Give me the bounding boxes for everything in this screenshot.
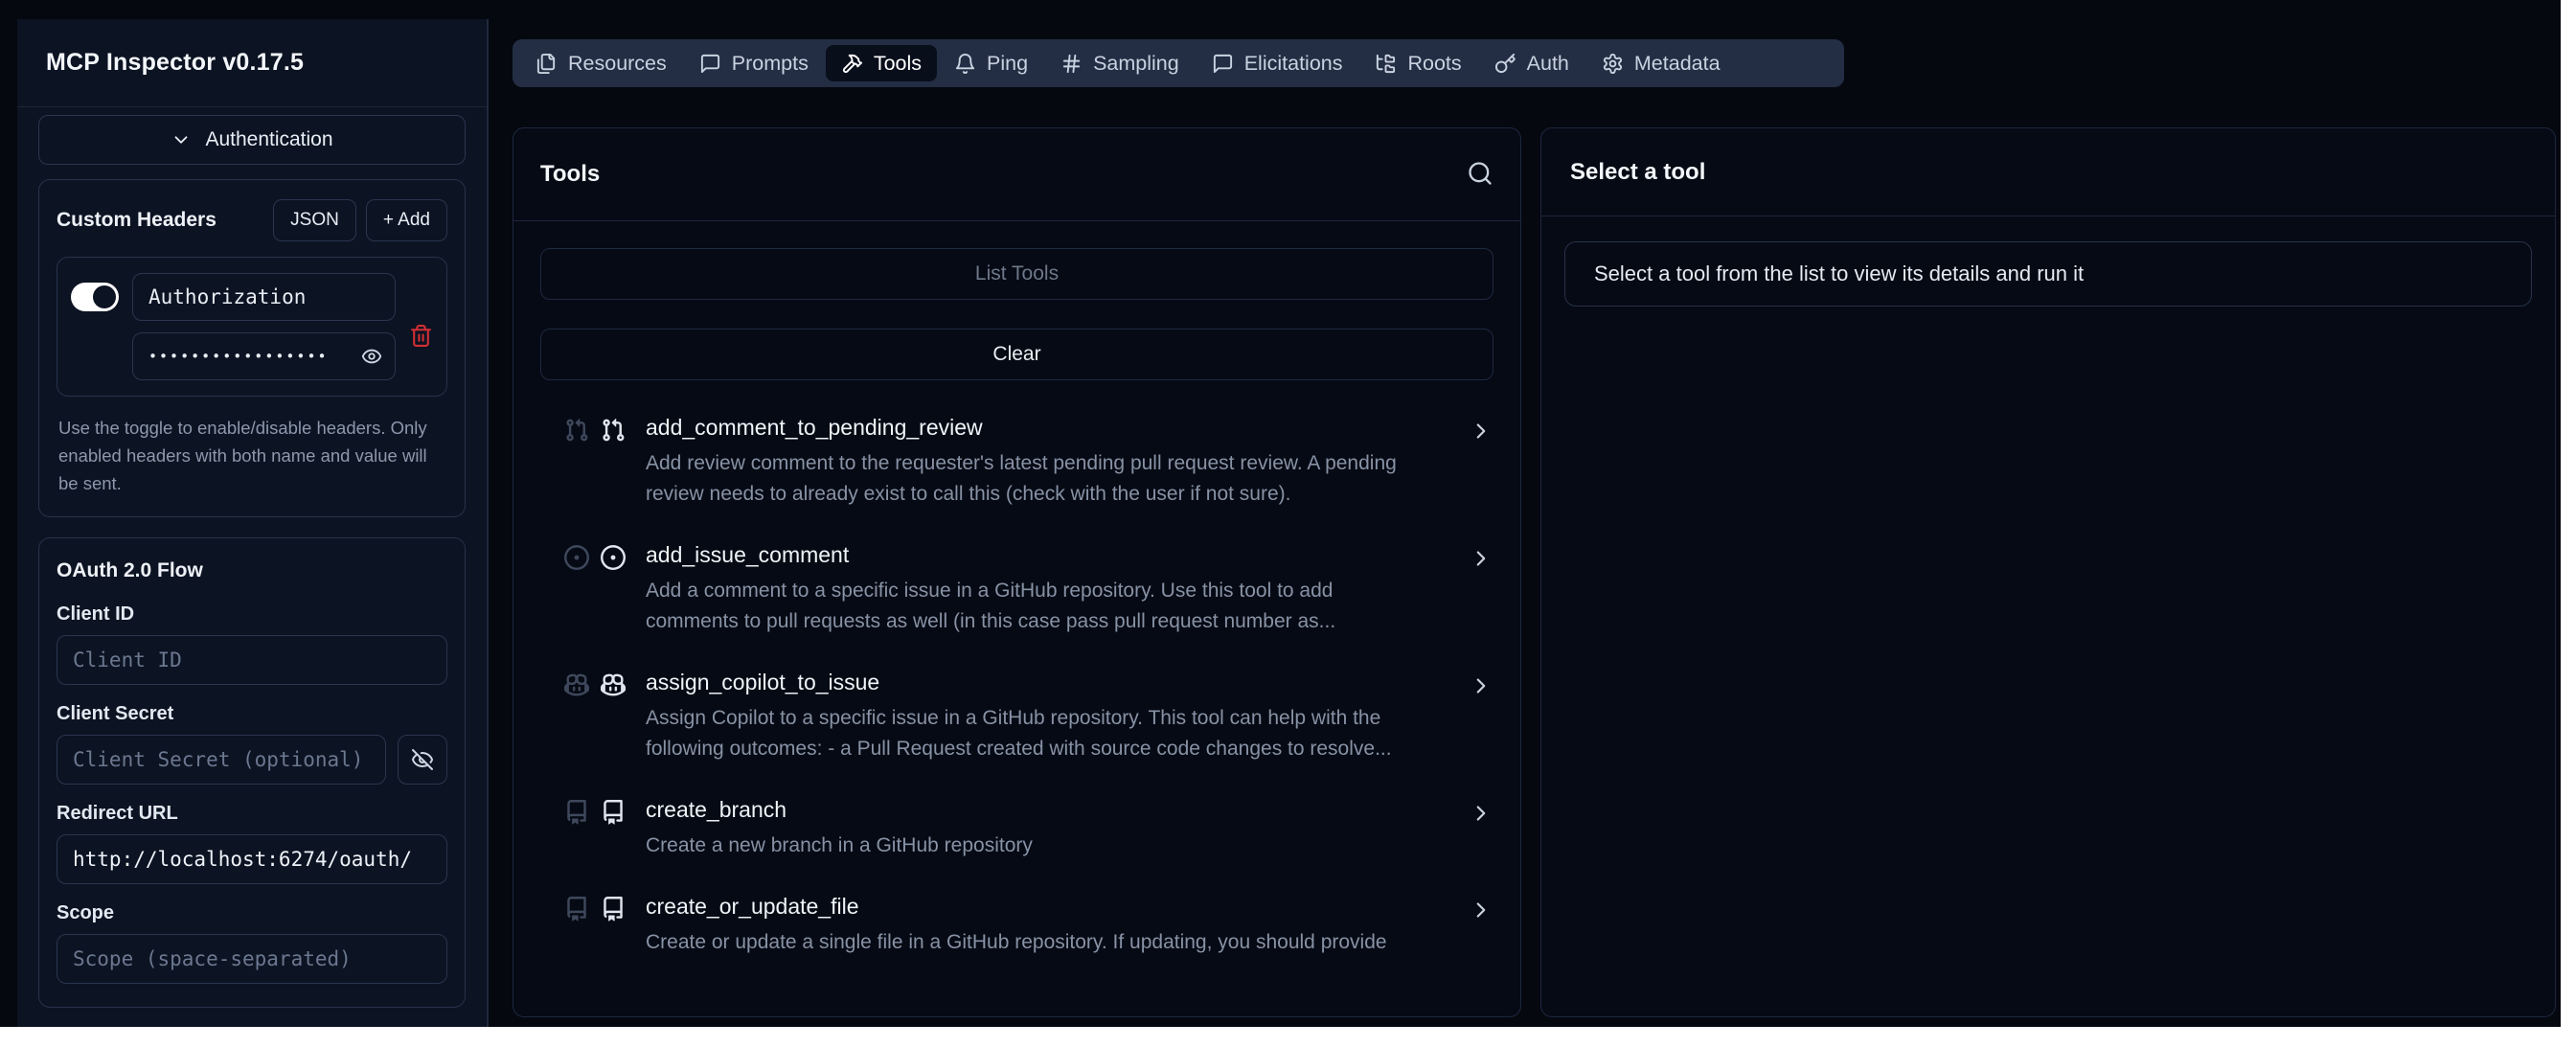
tab-prompts[interactable]: Prompts — [684, 45, 824, 81]
header-name-input[interactable] — [132, 273, 396, 321]
toggle-knob — [93, 285, 116, 308]
header-enabled-toggle[interactable] — [71, 283, 119, 311]
tools-panel-title: Tools — [540, 161, 600, 188]
copilot-icon-ghost — [564, 672, 589, 697]
headers-helper-text: Use the toggle to enable/disable headers… — [58, 414, 445, 497]
chevron-right-icon — [1469, 419, 1493, 444]
search-tools-button[interactable] — [1467, 160, 1493, 190]
details-panel-header: Select a tool — [1541, 128, 2555, 216]
scope-label: Scope — [57, 902, 447, 924]
tool-list-item[interactable]: create_branch Create a new branch in a G… — [564, 797, 1493, 861]
message-square-icon — [1212, 53, 1234, 75]
trash-icon — [409, 324, 433, 348]
chevron-right-icon — [1469, 546, 1493, 571]
hash-icon — [1060, 53, 1083, 75]
key-icon — [1494, 53, 1516, 75]
redirect-url-input[interactable] — [57, 834, 447, 884]
tab-roots[interactable]: Roots — [1359, 45, 1476, 81]
header-value-input[interactable] — [132, 332, 396, 380]
header-row — [57, 257, 447, 397]
tools-panel-body: List Tools Clear add_comment_to_pending_… — [513, 221, 1520, 985]
issue-opened-icon — [601, 545, 626, 570]
git-pull-request-icon-ghost — [564, 418, 589, 443]
repo-icon-ghost — [564, 897, 589, 922]
scope-input[interactable] — [57, 934, 447, 984]
json-button[interactable]: JSON — [273, 199, 356, 241]
client-secret-input[interactable] — [57, 735, 386, 785]
bell-icon — [954, 53, 976, 75]
tool-list: add_comment_to_pending_review Add review… — [540, 415, 1493, 958]
redirect-url-label: Redirect URL — [57, 803, 447, 825]
authentication-collapse-button[interactable]: Authentication — [38, 115, 466, 165]
sidebar-body: Authentication Custom Headers JSON + Add — [17, 107, 487, 1008]
details-panel-title: Select a tool — [1570, 159, 1705, 186]
tool-details-panel: Select a tool Select a tool from the lis… — [1540, 127, 2556, 1017]
show-client-secret-button[interactable] — [398, 735, 447, 785]
tab-tools[interactable]: Tools — [826, 45, 937, 81]
gear-icon — [1602, 53, 1624, 75]
eye-off-icon — [411, 748, 434, 771]
custom-headers-title: Custom Headers — [57, 209, 217, 232]
tab-ping[interactable]: Ping — [939, 45, 1043, 81]
app-root: MCP Inspector v0.17.5 Authentication Cus… — [0, 0, 2561, 1027]
repo-icon — [601, 800, 626, 825]
chevron-right-icon — [1469, 801, 1493, 826]
eye-icon — [361, 346, 382, 367]
oauth-card: OAuth 2.0 Flow Client ID Client Secret R… — [38, 537, 466, 1008]
tab-bar: Resources Prompts Tools Ping Sampling El… — [513, 39, 1844, 87]
details-panel-body: Select a tool from the list to view its … — [1541, 216, 2555, 331]
message-square-icon — [699, 53, 721, 75]
repo-icon-ghost — [564, 800, 589, 825]
oauth-title: OAuth 2.0 Flow — [57, 559, 203, 581]
sidebar-header: MCP Inspector v0.17.5 — [17, 19, 487, 107]
chevron-right-icon — [1469, 673, 1493, 698]
issue-opened-icon-ghost — [564, 545, 589, 570]
tab-metadata[interactable]: Metadata — [1586, 45, 1736, 81]
delete-header-button[interactable] — [409, 294, 433, 380]
sidebar: MCP Inspector v0.17.5 Authentication Cus… — [17, 19, 489, 1027]
tool-list-item[interactable]: add_comment_to_pending_review Add review… — [564, 415, 1493, 510]
tab-resources[interactable]: Resources — [520, 45, 682, 81]
app-title: MCP Inspector v0.17.5 — [46, 49, 304, 77]
tools-panel-header: Tools — [513, 128, 1520, 221]
tool-list-item[interactable]: add_issue_comment Add a comment to a spe… — [564, 542, 1493, 637]
tool-list-item[interactable]: create_or_update_file Create or update a… — [564, 894, 1493, 958]
clear-tools-button[interactable]: Clear — [540, 329, 1493, 380]
custom-headers-card: Custom Headers JSON + Add — [38, 179, 466, 517]
authentication-collapse-label: Authentication — [205, 128, 332, 151]
tab-sampling[interactable]: Sampling — [1045, 45, 1195, 81]
client-id-input[interactable] — [57, 635, 447, 685]
tools-panel: Tools List Tools Clear add_comment_to_pe… — [513, 127, 1521, 1017]
hammer-icon — [841, 53, 863, 75]
add-header-button[interactable]: + Add — [366, 199, 447, 241]
client-secret-label: Client Secret — [57, 703, 447, 725]
search-icon — [1467, 160, 1493, 187]
tab-elicitations[interactable]: Elicitations — [1197, 45, 1358, 81]
list-tools-button[interactable]: List Tools — [540, 248, 1493, 300]
folder-tree-icon — [1375, 53, 1397, 75]
chevron-down-icon — [171, 129, 192, 150]
chevron-right-icon — [1469, 898, 1493, 922]
tab-auth[interactable]: Auth — [1479, 45, 1584, 81]
files-icon — [536, 53, 558, 75]
client-id-label: Client ID — [57, 603, 447, 626]
empty-selection-message: Select a tool from the list to view its … — [1564, 241, 2532, 307]
copilot-icon — [601, 672, 626, 697]
show-header-value-button[interactable] — [361, 346, 382, 367]
repo-icon — [601, 897, 626, 922]
tool-list-item[interactable]: assign_copilot_to_issue Assign Copilot t… — [564, 670, 1493, 764]
git-pull-request-icon — [601, 418, 626, 443]
